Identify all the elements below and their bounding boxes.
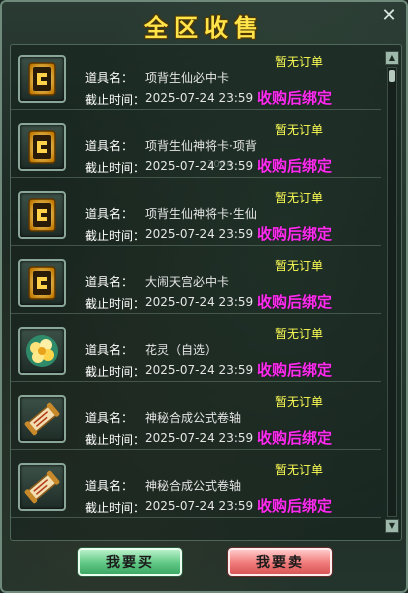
item-icon-frame [18,123,66,171]
deadline-label: 截止时间： [85,365,146,379]
list-item[interactable]: 暂无订单 道具名： 花灵（自选） 截止时间： 2025-07-24 23:59 … [11,317,381,382]
item-name-label: 道具名： [85,71,134,85]
scrollbar[interactable]: ▲ ▼ [385,51,399,533]
order-status: 暂无订单 [275,395,324,409]
buy-button[interactable]: 我要买 [78,548,182,576]
bind-notice: 收购后绑定 [257,497,333,515]
bind-notice: 收购后绑定 [257,361,333,379]
item-name-label: 道具名： [85,343,134,357]
list-item[interactable]: 暂无订单 道具名： 神秘合成公式卷轴 截止时间： 2025-07-24 23:5… [11,453,381,518]
item-name-label: 道具名： [85,411,134,425]
deadline-label: 截止时间： [85,161,146,175]
sell-button[interactable]: 我要卖 [228,548,332,576]
bind-notice: 收购后绑定 [257,157,333,175]
list-item[interactable]: 暂无订单 道具名： 神秘合成公式卷轴 截止时间： 2025-07-24 23:5… [11,385,381,450]
order-status: 暂无订单 [275,55,324,69]
item-list-frame: 3004 暂无订单 道具名： 项背生仙必中卡 截止时间： 2025-07-24 … [10,44,402,541]
item-name-label: 道具名： [85,275,134,289]
item-name: 项背生仙必中卡 [145,71,230,85]
list-item[interactable]: 暂无订单 道具名： 大闹天宫必中卡 截止时间： 2025-07-24 23:59… [11,249,381,314]
deadline-label: 截止时间： [85,229,146,243]
close-icon[interactable]: ✕ [380,7,398,25]
item-name: 项背生仙神将卡·项背 [145,139,257,153]
item-icon-frame [18,327,66,375]
deadline-value: 2025-07-24 23:59 [145,431,254,445]
item-icon-frame [18,395,66,443]
scroll-up-icon[interactable]: ▲ [385,51,399,65]
deadline-label: 截止时间： [85,297,146,311]
title-bar: 全区收售 ✕ [2,2,406,43]
item-name: 花灵（自选） [145,343,218,357]
item-name: 神秘合成公式卷轴 [145,479,242,493]
bind-notice: 收购后绑定 [257,225,333,243]
item-name-label: 道具名： [85,139,134,153]
item-icon-frame [18,259,66,307]
list-item[interactable]: 暂无订单 道具名： 项背生仙神将卡·生仙 截止时间： 2025-07-24 23… [11,181,381,246]
bind-notice: 收购后绑定 [257,293,333,311]
deadline-value: 2025-07-24 23:59 [145,91,254,105]
list-item[interactable]: 暂无订单 道具名： 项背生仙必中卡 截止时间： 2025-07-24 23:59… [11,45,381,110]
order-status: 暂无订单 [275,123,324,137]
item-name-label: 道具名： [85,207,134,221]
deadline-value: 2025-07-24 23:59 [145,227,254,241]
item-name-label: 道具名： [85,479,134,493]
item-icon-frame [18,55,66,103]
item-icon-frame [18,191,66,239]
item-icon-frame [18,463,66,511]
scroll-thumb[interactable] [389,70,395,82]
deadline-value: 2025-07-24 23:59 [145,159,254,173]
order-status: 暂无订单 [275,259,324,273]
scroll-down-icon[interactable]: ▼ [385,519,399,533]
bind-notice: 收购后绑定 [257,429,333,447]
window-title: 全区收售 [144,14,264,42]
list-item[interactable]: 暂无订单 道具名： 项背生仙神将卡·项背 截止时间： 2025-07-24 23… [11,113,381,178]
bind-notice: 收购后绑定 [257,89,333,107]
deadline-label: 截止时间： [85,501,146,515]
deadline-value: 2025-07-24 23:59 [145,295,254,309]
deadline-value: 2025-07-24 23:59 [145,499,254,513]
order-status: 暂无订单 [275,327,324,341]
order-status: 暂无订单 [275,191,324,205]
deadline-label: 截止时间： [85,433,146,447]
order-status: 暂无订单 [275,463,324,477]
item-name: 神秘合成公式卷轴 [145,411,242,425]
item-name: 项背生仙神将卡·生仙 [145,207,257,221]
trade-window: 全区收售 ✕ 3004 暂无订单 道具名： 项背生仙必中卡 截止时间： 2025… [0,0,408,593]
deadline-value: 2025-07-24 23:59 [145,363,254,377]
deadline-label: 截止时间： [85,93,146,107]
scroll-track[interactable] [387,67,397,517]
item-name: 大闹天宫必中卡 [145,275,230,289]
